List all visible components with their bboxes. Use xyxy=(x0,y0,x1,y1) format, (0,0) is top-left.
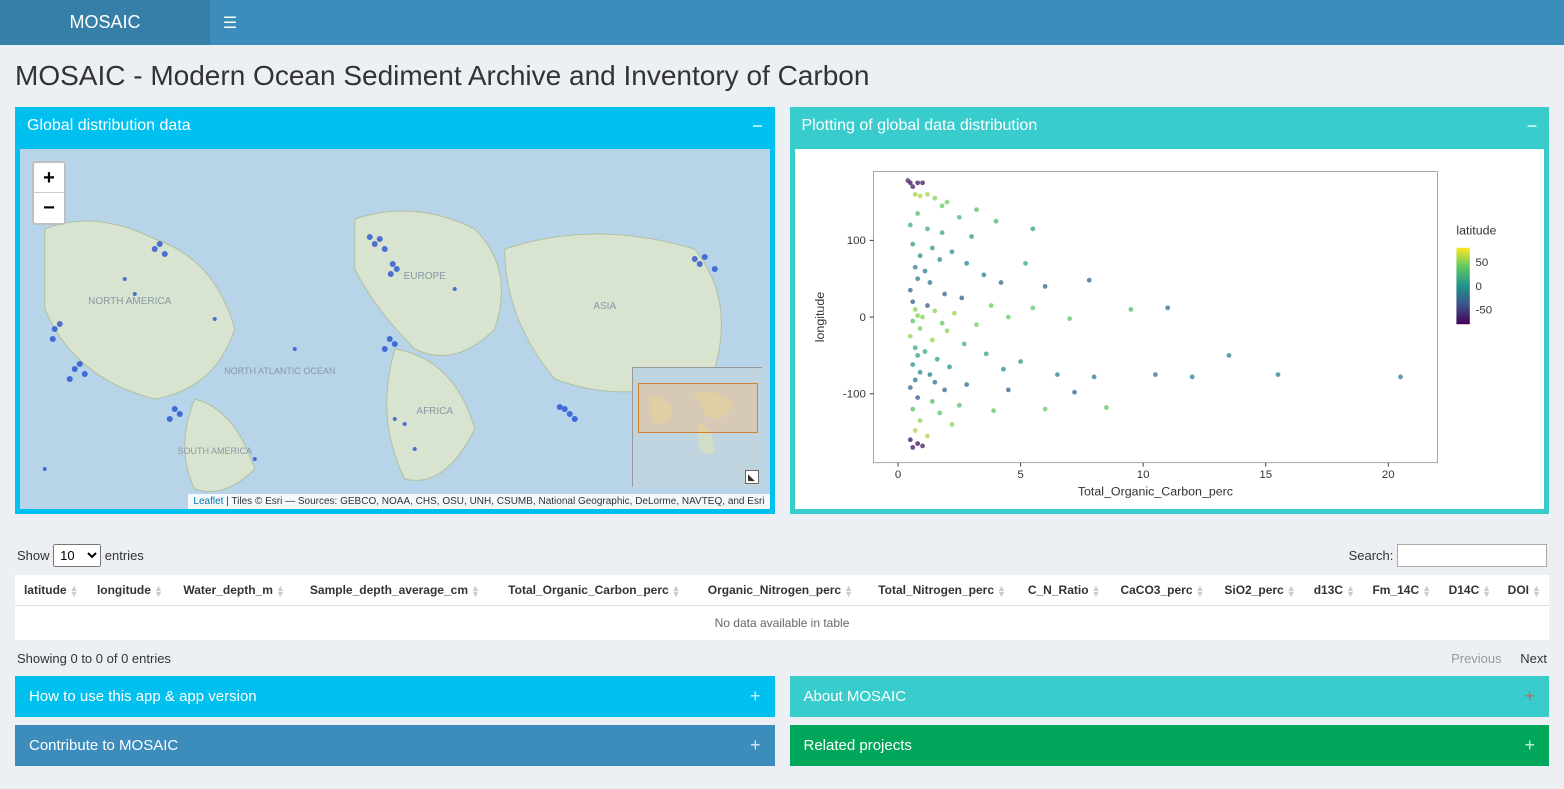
collapse-icon[interactable]: – xyxy=(752,115,762,136)
svg-text:20: 20 xyxy=(1381,469,1394,481)
panel-about[interactable]: About MOSAIC + xyxy=(790,676,1550,717)
svg-text:longitude: longitude xyxy=(812,292,826,342)
sort-icon: ▲▼ xyxy=(70,585,79,597)
plus-icon: + xyxy=(1524,686,1535,707)
empty-row: No data available in table xyxy=(15,606,1549,641)
entries-select[interactable]: 102550100 xyxy=(53,544,101,567)
svg-text:NORTH AMERICA: NORTH AMERICA xyxy=(88,296,171,307)
sort-icon: ▲▼ xyxy=(276,585,285,597)
plot-panel-title: Plotting of global data distribution xyxy=(802,117,1038,135)
column-header[interactable]: Total_Organic_Carbon_perc▲▼ xyxy=(494,575,695,606)
panel-title: About MOSAIC xyxy=(804,688,907,705)
column-header[interactable]: Fm_14C▲▼ xyxy=(1363,575,1440,606)
svg-text:5: 5 xyxy=(1017,469,1023,481)
column-header[interactable]: Water_depth_m▲▼ xyxy=(172,575,296,606)
panel-contribute[interactable]: Contribute to MOSAIC + xyxy=(15,725,775,766)
sort-icon: ▲▼ xyxy=(154,585,163,597)
map-panel-title: Global distribution data xyxy=(27,117,191,135)
svg-text:-100: -100 xyxy=(842,389,865,401)
brand-logo[interactable]: MOSAIC xyxy=(0,0,210,45)
data-table-section: Show 102550100 entries Search: latitude▲… xyxy=(15,544,1549,666)
entries-selector: Show 102550100 entries xyxy=(17,544,144,567)
panel-title: How to use this app & app version xyxy=(29,688,257,705)
panel-title: Contribute to MOSAIC xyxy=(29,737,178,754)
column-header[interactable]: d13C▲▼ xyxy=(1305,575,1363,606)
minimap[interactable]: ◣ xyxy=(632,367,762,487)
pagination: Previous Next xyxy=(1436,651,1547,666)
leaflet-map[interactable]: NORTH AMERICA NORTH ATLANTIC OCEAN SOUTH… xyxy=(20,149,770,509)
next-button[interactable]: Next xyxy=(1520,651,1547,666)
svg-text:-50: -50 xyxy=(1475,305,1492,317)
svg-text:latitude: latitude xyxy=(1456,223,1496,237)
panel-title: Related projects xyxy=(804,737,912,754)
sort-icon: ▲▼ xyxy=(471,585,480,597)
zoom-in-button[interactable]: + xyxy=(34,163,64,193)
zoom-out-button[interactable]: − xyxy=(34,193,64,223)
page-title: MOSAIC - Modern Ocean Sediment Archive a… xyxy=(15,60,1549,92)
sort-icon: ▲▼ xyxy=(997,585,1006,597)
column-header[interactable]: CaCO3_perc▲▼ xyxy=(1110,575,1214,606)
plus-icon: + xyxy=(750,735,761,756)
column-header[interactable]: latitude▲▼ xyxy=(15,575,87,606)
scatter-chart[interactable]: 0 5 10 15 20 -100 0 100 Total_Organic_Carbon_per… xyxy=(795,149,1545,509)
plot-panel: Plotting of global data distribution – 0… xyxy=(790,107,1550,514)
sort-icon: ▲▼ xyxy=(844,585,853,597)
column-header[interactable]: Organic_Nitrogen_perc▲▼ xyxy=(695,575,866,606)
column-header[interactable]: C_N_Ratio▲▼ xyxy=(1018,575,1110,606)
sort-icon: ▲▼ xyxy=(672,585,681,597)
sort-icon: ▲▼ xyxy=(1092,585,1101,597)
hamburger-icon[interactable]: ☰ xyxy=(210,0,250,45)
main-content: MOSAIC - Modern Ocean Sediment Archive a… xyxy=(0,45,1564,789)
top-nav: MOSAIC ☰ xyxy=(0,0,1564,45)
svg-text:10: 10 xyxy=(1136,469,1149,481)
minimap-toggle-icon[interactable]: ◣ xyxy=(745,470,759,484)
column-header[interactable]: SiO2_perc▲▼ xyxy=(1215,575,1306,606)
sort-icon: ▲▼ xyxy=(1196,585,1205,597)
table-info: Showing 0 to 0 of 0 entries xyxy=(17,651,171,666)
panel-howto[interactable]: How to use this app & app version + xyxy=(15,676,775,717)
svg-text:ASIA: ASIA xyxy=(593,301,616,312)
collapse-icon[interactable]: – xyxy=(1527,115,1537,136)
sort-icon: ▲▼ xyxy=(1346,585,1355,597)
svg-text:0: 0 xyxy=(859,312,865,324)
svg-text:100: 100 xyxy=(846,235,865,247)
column-header[interactable]: DOI▲▼ xyxy=(1500,575,1549,606)
svg-text:EUROPE: EUROPE xyxy=(404,271,447,282)
column-header[interactable]: longitude▲▼ xyxy=(87,575,172,606)
search-box: Search: xyxy=(1349,544,1547,567)
sort-icon: ▲▼ xyxy=(1482,585,1491,597)
column-header[interactable]: D14C▲▼ xyxy=(1440,575,1499,606)
map-panel: Global distribution data – xyxy=(15,107,775,514)
prev-button[interactable]: Previous xyxy=(1451,651,1502,666)
svg-text:0: 0 xyxy=(894,469,900,481)
svg-text:0: 0 xyxy=(1475,281,1481,293)
svg-text:AFRICA: AFRICA xyxy=(416,406,453,417)
sort-icon: ▲▼ xyxy=(1532,585,1541,597)
plus-icon: + xyxy=(1524,735,1535,756)
sort-icon: ▲▼ xyxy=(1422,585,1431,597)
svg-text:NORTH ATLANTIC OCEAN: NORTH ATLANTIC OCEAN xyxy=(224,366,335,376)
panel-related[interactable]: Related projects + xyxy=(790,725,1550,766)
sort-icon: ▲▼ xyxy=(1287,585,1296,597)
svg-text:50: 50 xyxy=(1475,257,1488,269)
search-input[interactable] xyxy=(1397,544,1547,567)
svg-text:Total_Organic_Carbon_perc: Total_Organic_Carbon_perc xyxy=(1077,484,1232,498)
svg-text:SOUTH AMERICA: SOUTH AMERICA xyxy=(177,446,252,456)
minimap-viewport[interactable] xyxy=(638,383,758,433)
svg-text:15: 15 xyxy=(1259,469,1272,481)
plus-icon: + xyxy=(750,686,761,707)
zoom-controls: + − xyxy=(32,161,66,225)
leaflet-link[interactable]: Leaflet xyxy=(193,496,223,507)
column-header[interactable]: Total_Nitrogen_perc▲▼ xyxy=(866,575,1018,606)
search-label: Search: xyxy=(1349,548,1394,563)
map-attribution: Leaflet | Tiles © Esri — Sources: GEBCO,… xyxy=(188,494,769,509)
data-table: latitude▲▼longitude▲▼Water_depth_m▲▼Samp… xyxy=(15,575,1549,641)
column-header[interactable]: Sample_depth_average_cm▲▼ xyxy=(296,575,494,606)
